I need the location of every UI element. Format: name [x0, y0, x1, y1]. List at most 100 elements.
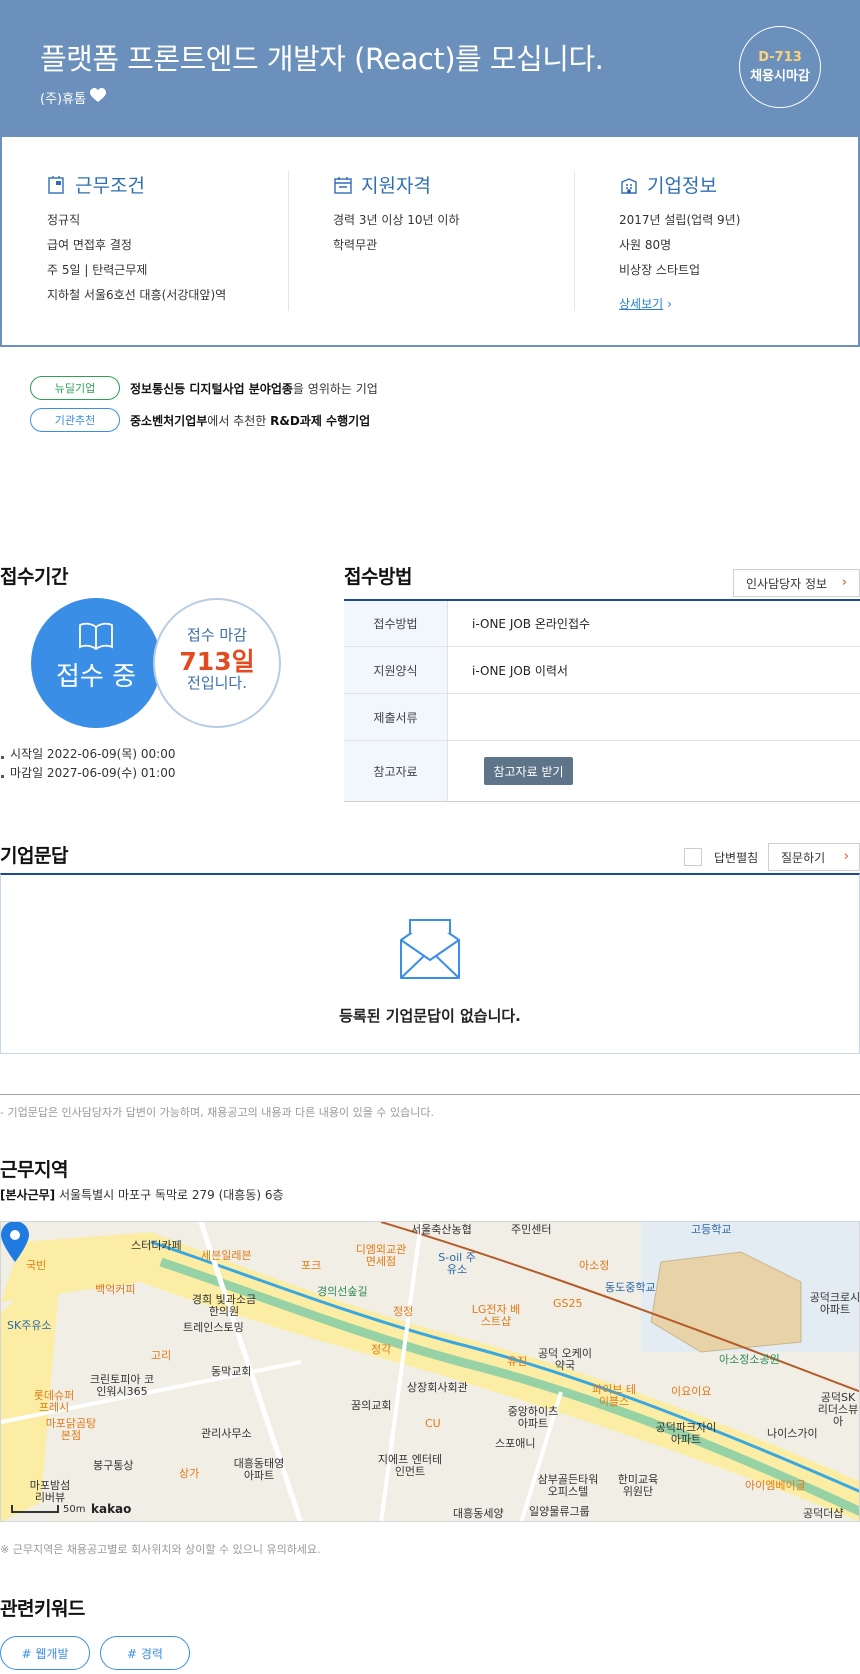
company-info-item: 비상장 스타트업 — [619, 263, 701, 277]
expand-answers-toggle[interactable]: 답변펼침 — [684, 848, 758, 866]
chevron-right-icon: › — [843, 849, 849, 864]
company-detail-link[interactable]: 상세보기 › — [619, 295, 672, 312]
map-label: 지에프 엔터테인먼트 — [377, 1453, 443, 1478]
map-label: 한미교육 위원단 — [617, 1473, 659, 1498]
map-label: 서울축산농협 — [411, 1223, 472, 1236]
map-label: SK주유소 — [7, 1319, 52, 1332]
newdeal-badge: 뉴딜기업 — [30, 376, 120, 400]
calendar-icon — [334, 176, 352, 194]
map-scale-bar — [11, 1505, 59, 1513]
certification-desc: 을 영위하는 기업 — [292, 381, 378, 396]
period-dates: 시작일 2022-06-09(목) 00:00 마감일 2027-06-09(수… — [0, 745, 175, 783]
company-detail-label[interactable]: 상세보기 — [619, 297, 663, 311]
location-title: 근무지역 — [0, 1159, 68, 1181]
certification-text: 중소벤처기업부에서 추천한 R&D과제 수행기업 — [130, 412, 370, 429]
map-label: 공덕 오케이약국 — [537, 1347, 593, 1372]
method-value: i-ONE JOB 온라인접수 — [472, 617, 591, 631]
map-label: S-oil 주유소 — [438, 1251, 476, 1276]
qna-note: - 기업문답은 인사담당자가 답변이 가능하며, 채용공고의 내용과 다른 내용… — [0, 1094, 860, 1120]
certification-text: 정보통신등 디지털사업 분야업종을 영위하는 기업 — [130, 380, 378, 397]
map-label: 봉구통상 — [93, 1459, 134, 1472]
work-address: [본사근무] 서울특별시 마포구 독막로 279 (대흥동) 6층 — [0, 1186, 284, 1203]
location-note: ※ 근무지역은 채용공고별로 회사위치와 상이할 수 있으니 유의하세요. — [0, 1543, 321, 1556]
address-text: 서울특별시 마포구 독막로 279 (대흥동) 6층 — [58, 1188, 284, 1202]
hr-info-label[interactable]: 인사담당자 정보 — [746, 575, 827, 592]
method-row: 지원양식 i-ONE JOB 이력서 — [344, 647, 860, 694]
map-label: 포크 — [301, 1259, 322, 1272]
map-label: 마포닭곰탕 본점 — [45, 1417, 97, 1442]
expand-answers-label[interactable]: 답변펼침 — [714, 849, 758, 866]
map-label: 대흥동태영 아파트 — [233, 1457, 285, 1482]
map-label: GS25 — [553, 1297, 583, 1310]
hr-info-button[interactable]: 인사담당자 정보 › — [733, 569, 860, 597]
method-key: 접수방법 — [344, 601, 448, 646]
method-value: 참고자료 받기 — [448, 741, 860, 801]
certification-bold: 정보통신등 디지털사업 분야업종 — [130, 381, 293, 396]
map-label: 트레인스토밍 — [183, 1321, 244, 1334]
qna-box: 등록된 기업문답이 없습니다. — [0, 873, 860, 1054]
map-label: 경의선숲길 — [317, 1285, 368, 1298]
method-value — [448, 694, 860, 740]
map-label: 동막교회 — [211, 1365, 252, 1378]
map-label: 주민센터 — [511, 1223, 552, 1236]
end-date: 마감일 2027-06-09(수) 01:00 — [0, 764, 175, 783]
work-item: 정규직 — [47, 213, 81, 227]
map-label: 아소정 — [579, 1259, 610, 1272]
map-label: 마포밤섬 리버뷰 — [29, 1479, 71, 1504]
map-label: 삼부골든타워 오피스텔 — [537, 1473, 599, 1498]
job-header: 플랫폼 프론트엔드 개발자 (React)를 모십니다. (주)휴톰 D-713… — [0, 0, 860, 137]
map-label: 스터디카페 — [131, 1239, 182, 1252]
keyword-tag[interactable]: # 웹개발 — [0, 1636, 90, 1670]
job-title: 플랫폼 프론트엔드 개발자 (React)를 모십니다. — [40, 42, 604, 76]
job-summary: 근무조건 정규직 급여 면접후 결정 주 5일 | 탄력근무제 지하철 서울6호… — [0, 137, 860, 347]
work-item: 지하철 서울6호선 대흥(서강대앞)역 — [47, 288, 227, 302]
company-name[interactable]: (주)휴톰 — [40, 88, 86, 107]
map-label: 유진 — [507, 1355, 528, 1368]
deadline-suffix: 전입니다. — [187, 674, 247, 692]
map-pin-icon — [1, 1222, 29, 1262]
expand-answers-checkbox[interactable] — [684, 848, 702, 866]
method-key: 참고자료 — [344, 741, 448, 801]
method-row: 접수방법 i-ONE JOB 온라인접수 — [344, 601, 860, 647]
map-label: 상장회사회관 — [407, 1381, 468, 1394]
method-key: 제출서류 — [344, 694, 448, 740]
envelope-icon — [400, 919, 460, 979]
deadline-circle: 접수 마감 713일 전입니다. — [153, 598, 281, 728]
agency-recommend-badge: 기관추천 — [30, 408, 120, 432]
work-conditions: 근무조건 정규직 급여 면접후 결정 주 5일 | 탄력근무제 지하철 서울6호… — [47, 171, 289, 311]
work-item: 급여 면접후 결정 — [47, 238, 132, 252]
map-label: 아이엠베이글 — [745, 1479, 806, 1492]
ask-question-button[interactable]: 질문하기 › — [768, 843, 860, 871]
map-label: 꿈의교회 — [351, 1399, 392, 1412]
ask-question-label[interactable]: 질문하기 — [781, 849, 825, 866]
qualifications: 지원자격 경력 3년 이상 10년 이하 학력무관 — [333, 171, 575, 311]
company-info-item: 2017년 설립(업력 9년) — [619, 213, 741, 227]
chevron-right-icon: › — [841, 575, 847, 590]
map-label: 공덕SK 리더스뷰아 — [817, 1391, 859, 1428]
work-conditions-title: 근무조건 — [75, 175, 145, 197]
heart-icon[interactable] — [90, 88, 107, 107]
map-label: 중앙하이츠 아파트 — [507, 1405, 559, 1430]
map-label: 정정 — [393, 1305, 414, 1318]
location-map[interactable]: 스터디카페 세븐일레븐 포크 디엠외교관 면세점 서울축산농협 주민센터 고등학… — [0, 1221, 860, 1522]
map-label: 공덕파크자이 아파트 — [655, 1421, 717, 1446]
download-reference-button[interactable]: 참고자료 받기 — [484, 757, 573, 785]
map-label: 아소정소공원 — [719, 1353, 780, 1366]
map-label: 스포애니 — [495, 1437, 536, 1450]
qualifications-title: 지원자격 — [361, 175, 431, 197]
work-conditions-heading: 근무조건 — [47, 171, 288, 198]
map-label: LG전자 베스트샵 — [471, 1303, 521, 1328]
company-name-row[interactable]: (주)휴톰 — [40, 88, 107, 107]
map-provider-logo: kakao — [91, 1502, 132, 1516]
map-label: 국빈 — [26, 1259, 47, 1272]
map-label: 공덕더샵 — [803, 1507, 844, 1520]
chevron-right-icon: › — [667, 297, 672, 311]
map-label: 관리사무소 — [201, 1427, 252, 1440]
map-label: 파이브 테이블스 — [592, 1383, 636, 1408]
keyword-tag[interactable]: # 경력 — [100, 1636, 190, 1670]
status-circle: 접수 중 — [31, 598, 161, 728]
map-label: 고리 — [151, 1349, 172, 1362]
method-table: 접수방법 i-ONE JOB 온라인접수 지원양식 i-ONE JOB 이력서 … — [344, 599, 860, 802]
map-label: 정각 — [371, 1343, 392, 1356]
map-label: CU — [425, 1417, 441, 1430]
